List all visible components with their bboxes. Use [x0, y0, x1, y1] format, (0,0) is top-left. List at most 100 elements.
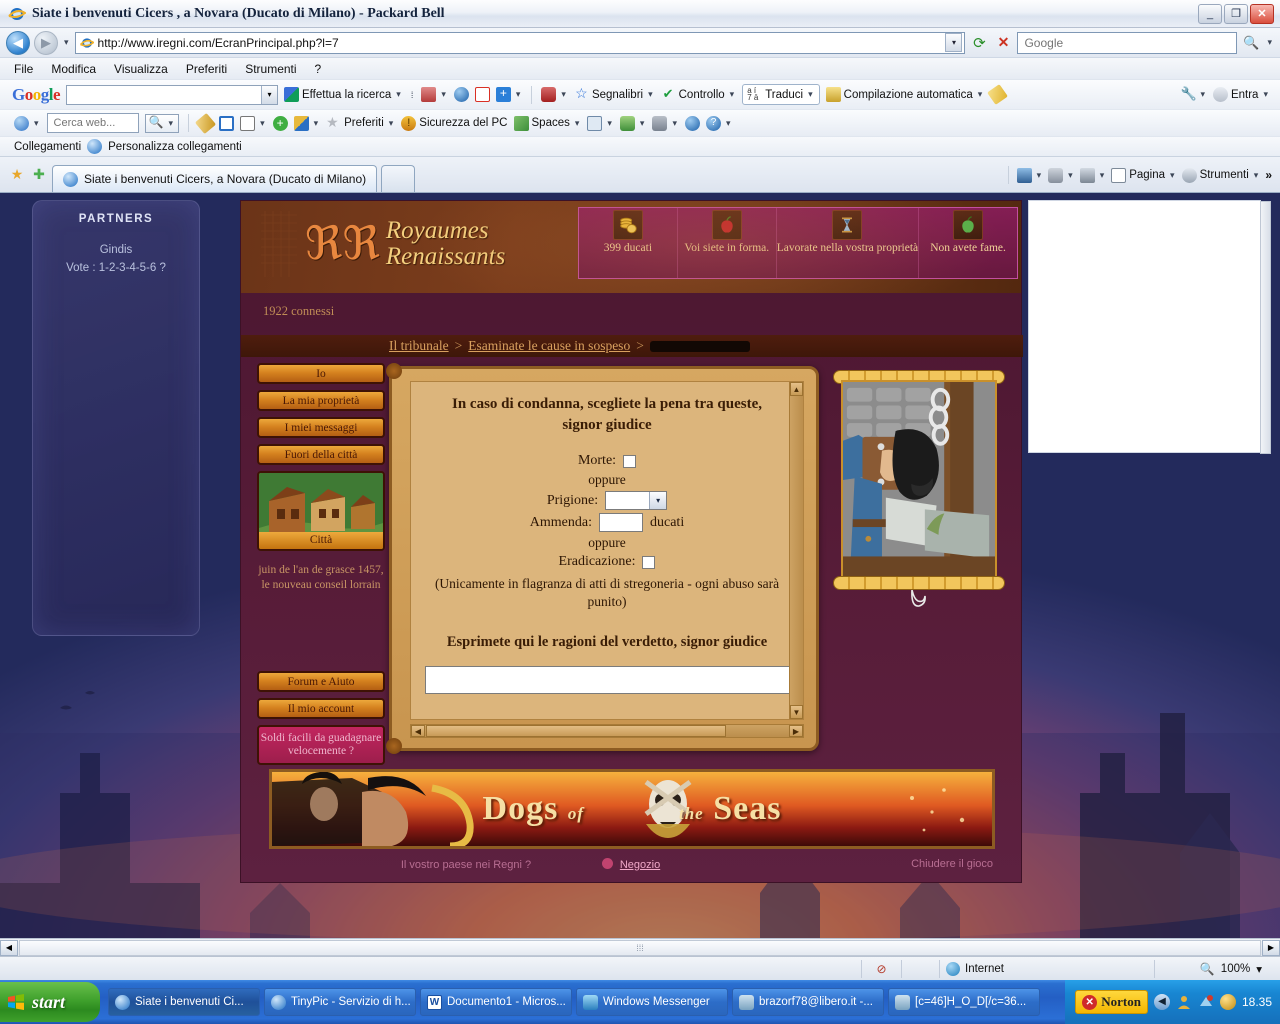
status-health[interactable]: Voi siete in forma. — [678, 208, 777, 278]
google-bookmarks-stack-button[interactable]: ▾ — [421, 87, 448, 102]
autofill-button[interactable]: Compilazione automatica ▾ — [825, 87, 985, 102]
taskbar-item-mail-1[interactable]: brazorf78@libero.it -... — [732, 988, 884, 1016]
forward-button[interactable]: ▶ — [34, 30, 58, 55]
back-button[interactable]: ◀ — [6, 30, 30, 55]
breadcrumb-item-tribunale[interactable]: Il tribunale — [389, 338, 449, 354]
verdict-reasons-textarea[interactable] — [425, 666, 791, 694]
url-field[interactable]: http://www.iregni.com/EcranPrincipal.php… — [74, 31, 966, 54]
windows-live-button[interactable]: ▾ — [14, 115, 41, 131]
sidebar-item-i-miei-messaggi[interactable]: I miei messaggi — [257, 417, 385, 438]
zoom-caret-icon[interactable]: ▾ — [1256, 962, 1262, 976]
translate-button[interactable]: a í7 ā Traduci ▾ — [742, 84, 820, 105]
add-favorite-icon[interactable]: ★ — [8, 166, 26, 184]
browser-search-input[interactable] — [1017, 31, 1238, 54]
pc-security-button[interactable]: ! Sicurezza del PC — [401, 115, 508, 131]
taskbar-clock[interactable]: 18.35 — [1242, 995, 1272, 1009]
google-signin-button[interactable]: Entra ▾ — [1212, 87, 1270, 102]
panel-horizontal-scrollbar[interactable]: ◀ ▶ — [410, 724, 804, 738]
google-search-dropdown-icon[interactable]: ▾ — [261, 85, 278, 104]
new-tab-button[interactable] — [381, 165, 416, 192]
taskbar-item-messenger[interactable]: Windows Messenger — [576, 988, 728, 1016]
sidebar-item-il-mio-account[interactable]: Il mio account — [257, 698, 385, 719]
live-search-input[interactable] — [46, 113, 139, 133]
browser-search-field[interactable] — [1022, 34, 1233, 51]
search-go-icon[interactable]: 🔍 — [1241, 33, 1261, 53]
sidebar-item-la-mia-proprieta[interactable]: La mia proprietà — [257, 390, 385, 411]
prison-select[interactable]: ▾ — [605, 491, 668, 510]
sidebar-item-citta[interactable]: Città — [257, 471, 385, 551]
google-add-button[interactable]: + ▾ — [495, 87, 523, 102]
zoom-control[interactable]: 🔍 100% ▾ — [1155, 960, 1280, 978]
restore-button[interactable]: ❐ — [1224, 3, 1248, 24]
scroll-down-arrow-icon[interactable]: ▼ — [790, 705, 803, 719]
scroll-up-arrow-icon[interactable]: ▲ — [790, 382, 803, 396]
add-button[interactable]: + — [272, 115, 288, 131]
google-search-box[interactable]: ▾ — [66, 84, 279, 105]
menu-item-modifica[interactable]: Modifica — [51, 62, 96, 76]
mail-button[interactable]: ▾ — [587, 115, 614, 131]
start-button[interactable]: start — [0, 982, 100, 1022]
sidebar-item-fuori-della-citta[interactable]: Fuori della città — [257, 444, 385, 465]
print-button[interactable]: ▾ — [1079, 167, 1107, 183]
privacy-report-icon[interactable]: ⊘ — [862, 959, 902, 978]
horizontal-scroll-track[interactable] — [727, 725, 789, 737]
live-search-field[interactable] — [51, 116, 138, 130]
feeds-button[interactable]: ▾ — [1048, 167, 1075, 183]
live-search-go-button[interactable]: 🔍 ▾ — [144, 113, 180, 133]
fine-input[interactable] — [599, 513, 643, 532]
page-scroll-left-icon[interactable]: ◀ — [0, 939, 18, 956]
browser-tab-active[interactable]: Siate i benvenuti Cicers, a Novara (Duca… — [52, 165, 378, 192]
tray-person-icon[interactable] — [1176, 994, 1192, 1010]
pen-button[interactable] — [194, 112, 217, 134]
contacts-button[interactable]: ▾ — [619, 115, 647, 131]
page-horizontal-scrollbar[interactable]: ◀ ⁞⁞⁞ ▶ — [0, 938, 1280, 956]
footer-shop-link[interactable]: Negozio — [620, 859, 660, 871]
close-button[interactable]: ✕ — [1250, 3, 1274, 24]
menu-item-strumenti[interactable]: Strumenti — [245, 62, 296, 76]
breadcrumb-item-cause[interactable]: Esaminate le cause in sospeso — [468, 338, 630, 354]
spaces-button[interactable]: Spaces ▾ — [513, 115, 582, 131]
chevron-down-icon[interactable]: ▾ — [649, 492, 667, 509]
home-button[interactable]: ▾ — [1016, 167, 1044, 183]
partner-vote[interactable]: Vote : 1-2-3-4-5-6 ? — [33, 259, 199, 277]
status-activity[interactable]: Lavorate nella vostra proprietà — [777, 208, 920, 278]
horizontal-scroll-thumb[interactable] — [426, 725, 726, 737]
taskbar-item-mail-2[interactable]: [c=46]H_O_D[/c=36... — [888, 988, 1040, 1016]
panel-vertical-scrollbar[interactable]: ▲ ▼ — [789, 382, 803, 719]
maps-button[interactable]: ▾ — [293, 115, 321, 131]
tray-globe-icon[interactable] — [1219, 994, 1236, 1010]
tools-menu-button[interactable]: Strumenti ▾ — [1181, 167, 1261, 183]
menu-item-preferiti[interactable]: Preferiti — [186, 62, 227, 76]
tray-network-icon[interactable] — [1198, 994, 1214, 1010]
favorites-button[interactable]: ★ Preferiti ▾ — [326, 115, 395, 131]
taskbar-item-tinypic[interactable]: TinyPic - Servizio di h... — [264, 988, 416, 1016]
dogs-of-the-seas-ad-banner[interactable]: Dogs of the Seas — [269, 769, 995, 849]
highlighter-button[interactable] — [987, 84, 1009, 105]
url-dropdown-icon[interactable]: ▾ — [945, 33, 963, 52]
history-dropdown-icon[interactable]: ▾ — [62, 37, 71, 48]
toolbar-overflow-icon[interactable]: » — [1265, 168, 1272, 182]
taskbar-item-browser[interactable]: Siate i benvenuti Ci... — [108, 988, 260, 1016]
stop-icon[interactable]: ✕ — [993, 33, 1013, 53]
refresh-icon[interactable]: ⟳ — [969, 33, 989, 53]
page-scroll-right-icon[interactable]: ▶ — [1262, 939, 1280, 956]
page-menu-button[interactable]: Pagina ▾ — [1111, 167, 1176, 183]
google-search-button[interactable]: Effettua la ricerca ▾ — [284, 87, 403, 102]
window-list-button[interactable]: ▾ — [240, 115, 267, 131]
security-zone[interactable]: Internet — [940, 959, 1155, 978]
minimize-button[interactable]: _ — [1198, 3, 1222, 24]
scroll-right-arrow-icon[interactable]: ▶ — [789, 725, 803, 737]
page-scroll-thumb[interactable]: ⁞⁞⁞ — [19, 939, 1261, 956]
death-checkbox[interactable] — [623, 454, 637, 468]
google-bookmarks-button[interactable]: ☆ Segnalibri ▾ — [574, 86, 655, 102]
sidebar-item-forum-aiuto[interactable]: Forum e Aiuto — [257, 671, 385, 692]
scroll-left-arrow-icon[interactable]: ◀ — [411, 725, 425, 737]
eradication-checkbox[interactable] — [642, 555, 656, 569]
status-hunger[interactable]: Non avete fame. — [919, 208, 1017, 278]
google-settings-button[interactable]: 🔧 ▾ — [1180, 87, 1207, 102]
norton-tray-button[interactable]: ✕ Norton — [1075, 990, 1148, 1014]
menu-item-help[interactable]: ? — [315, 62, 322, 76]
tray-expand-icon[interactable]: ◀ — [1153, 994, 1170, 1010]
taskbar-item-word[interactable]: W Documento1 - Micros... — [420, 988, 572, 1016]
ad-scrollbar[interactable] — [1260, 201, 1271, 454]
